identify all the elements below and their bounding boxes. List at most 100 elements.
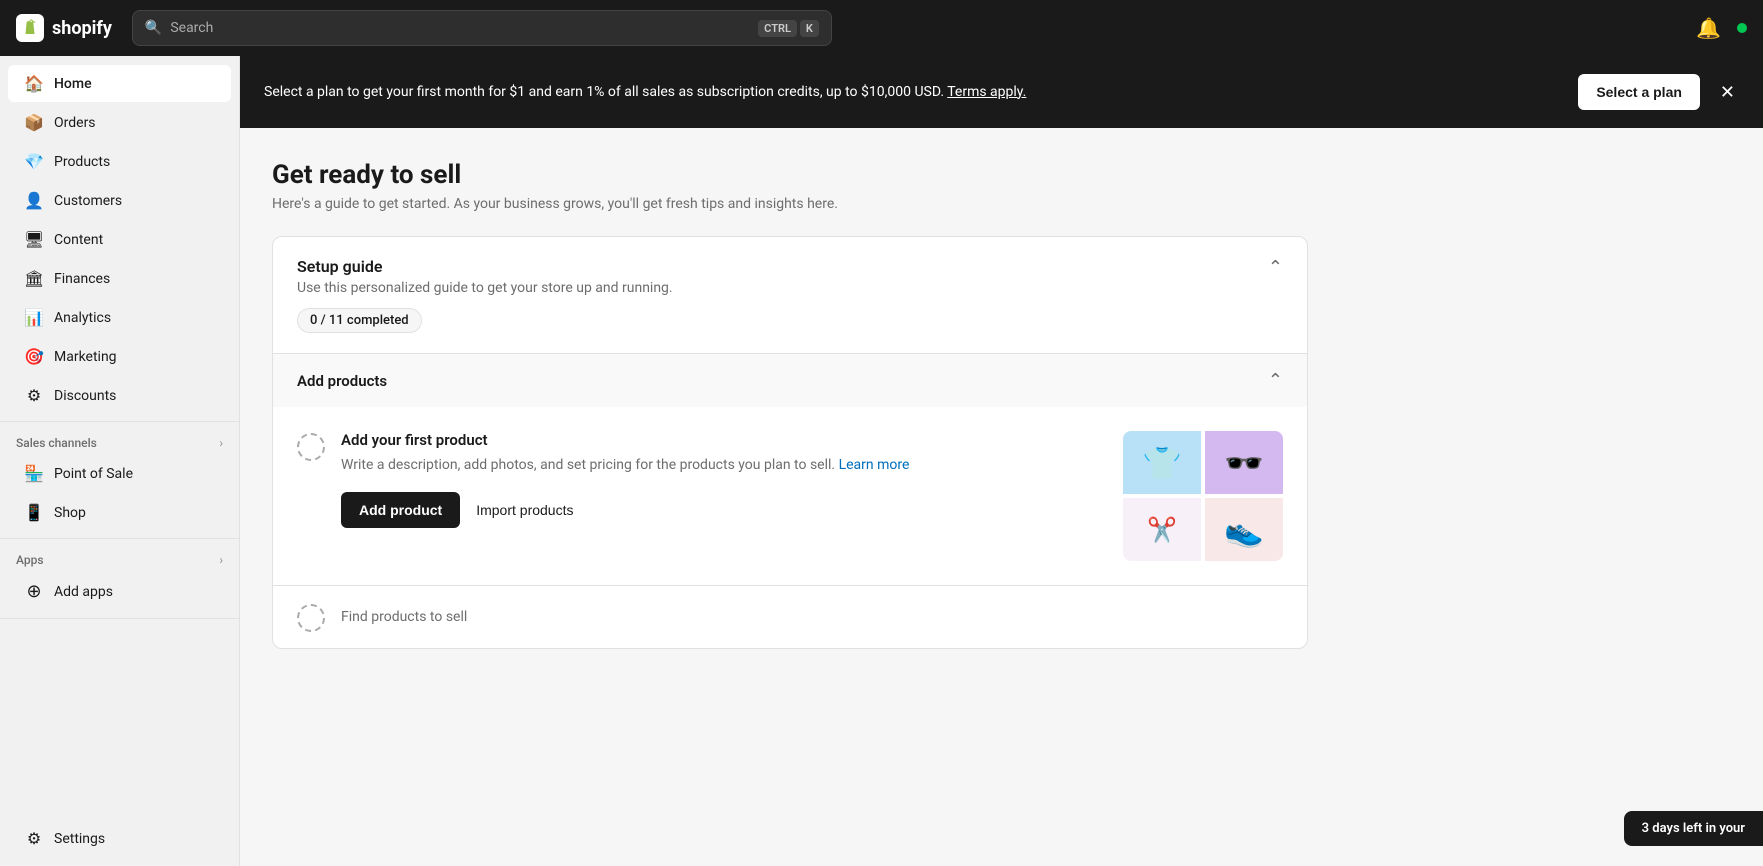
- sidebar-label-settings: Settings: [54, 831, 105, 847]
- sidebar-item-shop[interactable]: 📱 Shop: [8, 494, 231, 531]
- sidebar-label-shop: Shop: [54, 505, 86, 521]
- sales-channels-label: Sales channels ›: [0, 428, 239, 454]
- products-icon: 💎: [24, 152, 44, 171]
- add-apps-icon: ⊕: [24, 581, 44, 602]
- sidebar-item-customers[interactable]: 👤 Customers: [8, 182, 231, 219]
- illustration-glasses: 🕶️: [1205, 431, 1283, 494]
- add-first-product-item: Add your first product Write a descripti…: [273, 407, 1307, 585]
- find-products-title: Find products to sell: [341, 609, 467, 625]
- apps-expand-icon[interactable]: ›: [219, 553, 223, 567]
- setup-card: Setup guide Use this personalized guide …: [272, 236, 1308, 649]
- sidebar-item-marketing[interactable]: 🎯 Marketing: [8, 338, 231, 375]
- sidebar-item-discounts[interactable]: ⚙ Discounts: [8, 377, 231, 414]
- finances-icon: 🏛: [24, 269, 44, 288]
- sales-channels-expand-icon[interactable]: ›: [219, 436, 223, 450]
- content-icon: 🖥: [24, 230, 44, 249]
- add-products-title: Add products: [297, 372, 387, 390]
- setup-guide-description: Use this personalized guide to get your …: [297, 280, 673, 296]
- customers-icon: 👤: [24, 191, 44, 210]
- point-of-sale-icon: 🏪: [24, 464, 44, 483]
- promo-banner: Select a plan to get your first month fo…: [240, 56, 1763, 128]
- sidebar-item-analytics[interactable]: 📊 Analytics: [8, 299, 231, 336]
- topnav-right: 🔔: [1696, 16, 1747, 40]
- sidebar-label-add-apps: Add apps: [54, 584, 113, 600]
- import-products-button[interactable]: Import products: [472, 492, 577, 528]
- setup-guide-section: Setup guide Use this personalized guide …: [273, 237, 1307, 354]
- sidebar-label-content: Content: [54, 232, 103, 248]
- setup-guide-info: Setup guide Use this personalized guide …: [297, 257, 673, 333]
- promo-terms-link[interactable]: Terms apply.: [947, 84, 1026, 100]
- main-content: Select a plan to get your first month fo…: [240, 56, 1763, 866]
- orders-icon: 📦: [24, 113, 44, 132]
- add-first-product-title: Add your first product: [341, 431, 1107, 449]
- setup-guide-collapse-icon[interactable]: ⌃: [1268, 257, 1283, 278]
- sidebar-label-discounts: Discounts: [54, 388, 116, 404]
- sidebar-item-orders[interactable]: 📦 Orders: [8, 104, 231, 141]
- shopify-wordmark: shopify: [52, 18, 112, 39]
- setup-guide-header: Setup guide Use this personalized guide …: [273, 237, 1307, 353]
- ctrl-key: CTRL: [758, 20, 797, 37]
- sidebar-label-customers: Customers: [54, 193, 122, 209]
- sidebar-label-marketing: Marketing: [54, 349, 117, 365]
- sidebar-divider-3: [0, 618, 239, 619]
- k-key: K: [800, 20, 819, 37]
- sidebar-item-products[interactable]: 💎 Products: [8, 143, 231, 180]
- add-products-section: Add products ⌃ Add your first product Wr…: [273, 354, 1307, 648]
- online-status-dot: [1737, 23, 1747, 33]
- sidebar-label-analytics: Analytics: [54, 310, 111, 326]
- add-products-section-header: Add products ⌃: [273, 354, 1307, 407]
- top-navigation: shopify 🔍 Search CTRL K 🔔: [0, 0, 1763, 56]
- product-item-content: Add your first product Write a descripti…: [341, 431, 1107, 528]
- search-icon: 🔍: [145, 20, 162, 36]
- promo-banner-text: Select a plan to get your first month fo…: [264, 82, 1562, 103]
- sidebar-item-point-of-sale[interactable]: 🏪 Point of Sale: [8, 455, 231, 492]
- sidebar-item-finances[interactable]: 🏛 Finances: [8, 260, 231, 297]
- step-circle-1: [297, 433, 325, 461]
- sidebar-label-products: Products: [54, 154, 110, 170]
- illustration-scissors: ✂️: [1123, 498, 1201, 561]
- promo-banner-message: Select a plan to get your first month fo…: [264, 84, 944, 100]
- sidebar-item-add-apps[interactable]: ⊕ Add apps: [8, 572, 231, 611]
- search-placeholder: Search: [170, 20, 213, 36]
- page-title: Get ready to sell: [272, 160, 1308, 190]
- notifications-icon[interactable]: 🔔: [1696, 16, 1721, 40]
- sidebar-label-home: Home: [54, 76, 92, 92]
- sidebar-divider-1: [0, 421, 239, 422]
- page-subtitle: Here's a guide to get started. As your b…: [272, 196, 1308, 212]
- close-banner-button[interactable]: ✕: [1716, 79, 1739, 105]
- add-products-collapse-icon[interactable]: ⌃: [1268, 370, 1283, 391]
- find-products-row: Find products to sell: [273, 585, 1307, 648]
- product-item-actions: Add product Import products: [341, 492, 1107, 528]
- sidebar-item-settings[interactable]: ⚙ Settings: [8, 820, 231, 857]
- settings-icon: ⚙: [24, 829, 44, 848]
- illustration-shirt: 👕: [1123, 431, 1201, 494]
- page-inner: Get ready to sell Here's a guide to get …: [240, 128, 1340, 681]
- app-body: 🏠 Home 📦 Orders 💎 Products 👤 Customers 🖥…: [0, 56, 1763, 866]
- home-icon: 🏠: [24, 74, 44, 93]
- sidebar-label-point-of-sale: Point of Sale: [54, 466, 133, 482]
- learn-more-link[interactable]: Learn more: [839, 457, 910, 473]
- apps-section-label: Apps ›: [0, 545, 239, 571]
- sidebar-item-home[interactable]: 🏠 Home: [8, 65, 231, 102]
- shop-icon: 📱: [24, 503, 44, 522]
- search-bar[interactable]: 🔍 Search CTRL K: [132, 10, 832, 46]
- trial-badge: 3 days left in your: [1624, 811, 1763, 846]
- step-circle-2: [297, 604, 325, 632]
- discounts-icon: ⚙: [24, 386, 44, 405]
- add-first-product-desc: Write a description, add photos, and set…: [341, 455, 1107, 476]
- shopify-logo[interactable]: shopify: [16, 14, 112, 42]
- sidebar: 🏠 Home 📦 Orders 💎 Products 👤 Customers 🖥…: [0, 56, 240, 866]
- sidebar-item-content[interactable]: 🖥 Content: [8, 221, 231, 258]
- sidebar-label-orders: Orders: [54, 115, 96, 131]
- add-product-button[interactable]: Add product: [341, 492, 460, 528]
- select-plan-button[interactable]: Select a plan: [1578, 74, 1700, 110]
- analytics-icon: 📊: [24, 308, 44, 327]
- shopify-bag-icon: [16, 14, 44, 42]
- product-illustration: 👕 🕶️ ✂️ 👟: [1123, 431, 1283, 561]
- sidebar-divider-2: [0, 538, 239, 539]
- progress-badge: 0 / 11 completed: [297, 308, 422, 333]
- sidebar-label-finances: Finances: [54, 271, 110, 287]
- setup-guide-title: Setup guide: [297, 257, 673, 276]
- illustration-shoe: 👟: [1205, 498, 1283, 561]
- search-shortcut: CTRL K: [758, 20, 819, 37]
